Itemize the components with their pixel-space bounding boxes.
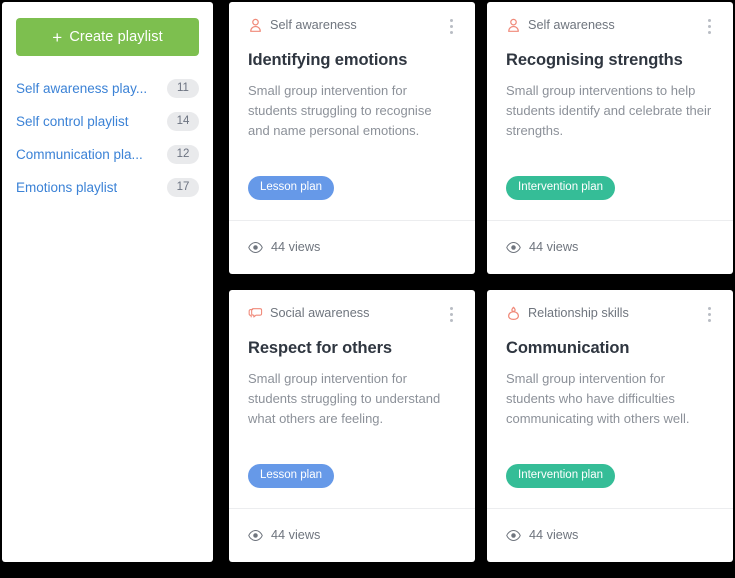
- card-description: Small group intervention for students st…: [248, 83, 432, 138]
- card-header: Social awareness: [248, 306, 456, 323]
- kebab-menu-icon[interactable]: [447, 306, 456, 323]
- card-description: Small group intervention for students wh…: [506, 371, 690, 426]
- card-description: Small group interventions to help studen…: [506, 83, 712, 138]
- card-tag-row: Lesson plan: [248, 464, 456, 508]
- card-title: Communication: [506, 339, 630, 357]
- card-category-label: Self awareness: [270, 18, 357, 32]
- eye-icon: [506, 529, 521, 542]
- playlist-name: Self awareness play...: [16, 80, 148, 96]
- card-tag-badge[interactable]: Intervention plan: [506, 464, 616, 488]
- resource-card[interactable]: Self awareness Identifying emotions Smal…: [229, 2, 475, 274]
- card-tag-row: Lesson plan: [248, 176, 456, 220]
- kebab-menu-icon[interactable]: [705, 18, 714, 35]
- card-category: Self awareness: [506, 18, 615, 33]
- resource-card[interactable]: Social awareness Respect for others Smal…: [229, 290, 475, 562]
- create-playlist-label: Create playlist: [69, 29, 163, 45]
- card-footer: 44 views: [487, 220, 733, 274]
- card-body: Social awareness Respect for others Smal…: [229, 290, 475, 508]
- card-category: Relationship skills: [506, 306, 629, 321]
- card-views-count: 44 views: [271, 240, 321, 254]
- card-views-count: 44 views: [529, 528, 579, 542]
- card-header: Relationship skills: [506, 306, 714, 323]
- resource-card[interactable]: Self awareness Recognising strengths Sma…: [487, 2, 733, 274]
- resource-card-grid: Self awareness Identifying emotions Smal…: [229, 2, 733, 562]
- kebab-menu-icon[interactable]: [705, 306, 714, 323]
- card-tag-badge[interactable]: Intervention plan: [506, 176, 616, 200]
- playlist-count-badge: 17: [167, 178, 199, 197]
- card-tag-row: Intervention plan: [506, 464, 714, 508]
- sidebar-item-playlist-0[interactable]: Self awareness play... 11: [16, 72, 199, 105]
- card-tag-badge[interactable]: Lesson plan: [248, 176, 335, 200]
- card-body: Self awareness Recognising strengths Sma…: [487, 2, 733, 220]
- person-icon: [250, 18, 261, 32]
- card-header: Self awareness: [506, 18, 714, 35]
- kebab-menu-icon[interactable]: [447, 18, 456, 35]
- card-views-count: 44 views: [529, 240, 579, 254]
- card-category: Self awareness: [248, 18, 357, 33]
- card-header: Self awareness: [248, 18, 456, 35]
- eye-icon: [248, 529, 263, 542]
- card-description: Small group intervention for students st…: [248, 371, 441, 426]
- card-title: Identifying emotions: [248, 51, 408, 69]
- playlist-count-badge: 11: [167, 79, 199, 98]
- create-playlist-button[interactable]: + Create playlist: [16, 18, 199, 56]
- playlist-name: Communication pla...: [16, 146, 143, 162]
- playlist-count-badge: 12: [167, 145, 199, 164]
- card-category: Social awareness: [248, 306, 369, 321]
- card-title: Recognising strengths: [506, 51, 683, 69]
- card-footer: 44 views: [487, 508, 733, 562]
- playlists-sidebar: + Create playlist Self awareness play...…: [2, 2, 213, 562]
- card-body: Self awareness Identifying emotions Smal…: [229, 2, 475, 220]
- card-title: Respect for others: [248, 339, 392, 357]
- speech-bubbles-icon: [248, 308, 263, 318]
- card-footer: 44 views: [229, 220, 475, 274]
- eye-icon: [506, 241, 521, 254]
- card-tag-row: Intervention plan: [506, 176, 714, 220]
- card-category-label: Social awareness: [270, 306, 370, 320]
- playlist-list: Self awareness play... 11 Self control p…: [16, 72, 199, 204]
- handshake-icon: [508, 306, 519, 321]
- sidebar-item-playlist-1[interactable]: Self control playlist 14: [16, 105, 199, 138]
- playlist-name: Self control playlist: [16, 113, 129, 129]
- playlist-count-badge: 14: [167, 112, 199, 131]
- card-views-count: 44 views: [271, 528, 321, 542]
- resource-card[interactable]: Relationship skills Communication Small …: [487, 290, 733, 562]
- sidebar-item-playlist-3[interactable]: Emotions playlist 17: [16, 171, 199, 204]
- card-footer: 44 views: [229, 508, 475, 562]
- playlist-name: Emotions playlist: [16, 179, 118, 195]
- card-category-label: Self awareness: [528, 18, 615, 32]
- plus-icon: +: [52, 27, 63, 47]
- card-tag-badge[interactable]: Lesson plan: [248, 464, 335, 488]
- app-root: + Create playlist Self awareness play...…: [0, 0, 735, 578]
- person-icon: [508, 18, 519, 32]
- card-body: Relationship skills Communication Small …: [487, 290, 733, 508]
- card-category-label: Relationship skills: [528, 306, 629, 320]
- sidebar-item-playlist-2[interactable]: Communication pla... 12: [16, 138, 199, 171]
- eye-icon: [248, 241, 263, 254]
